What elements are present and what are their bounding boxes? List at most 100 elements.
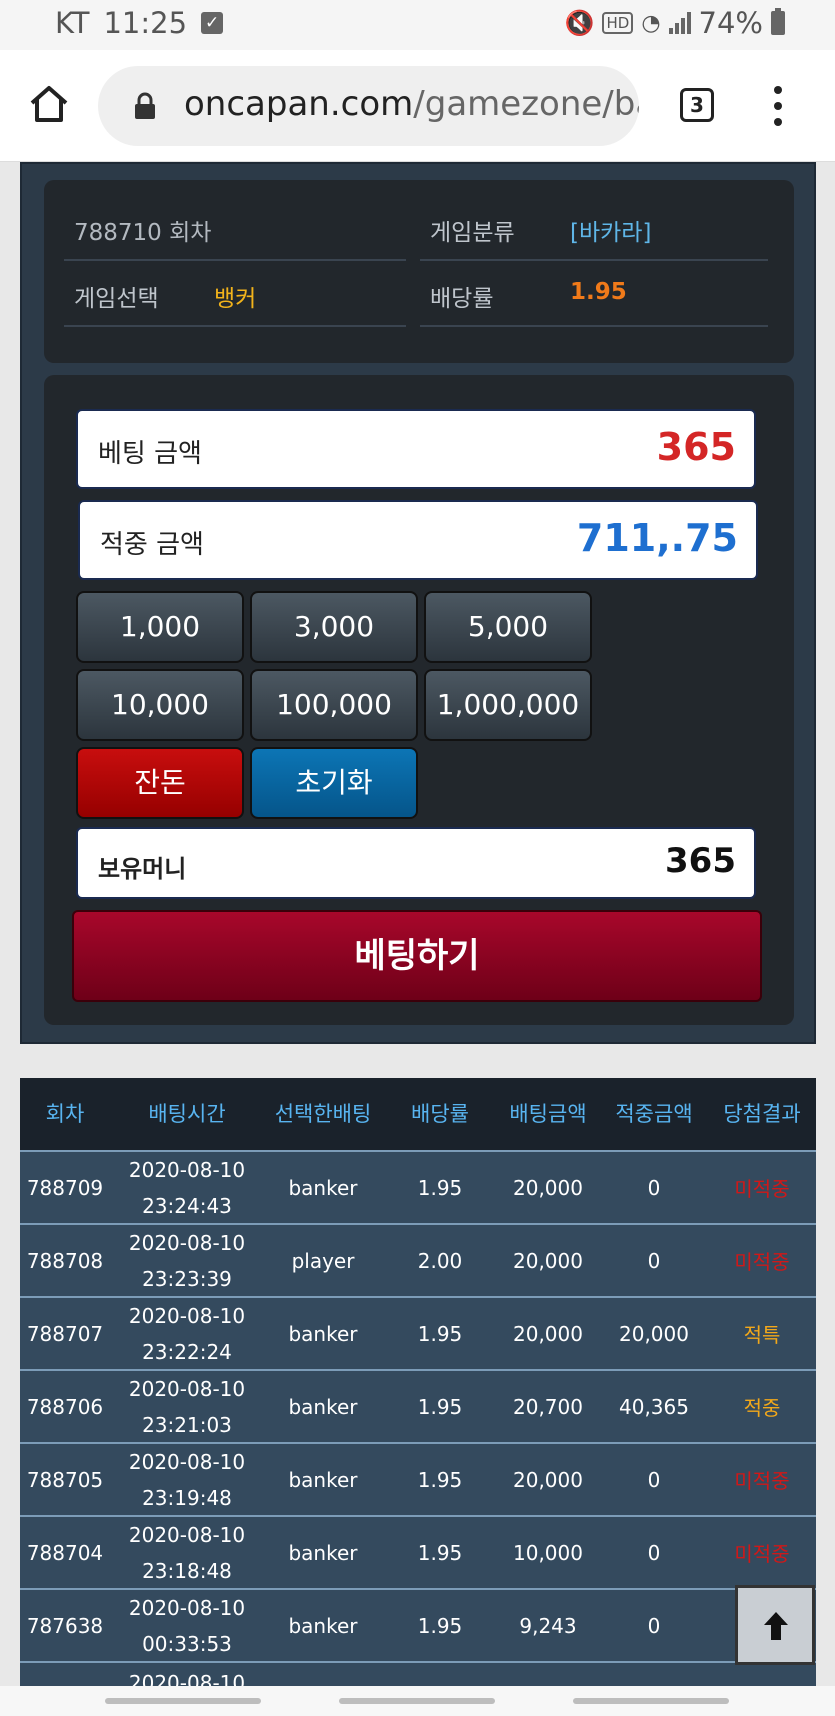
chip-3000-button[interactable]: 3,000 bbox=[250, 591, 418, 663]
table-row[interactable]: 788704 2020-08-10 23:18:48 banker 1.95 10,000… bbox=[20, 1515, 816, 1588]
cell-clock: 23:23:39 bbox=[142, 1266, 232, 1291]
chip-5000-button[interactable]: 5,000 bbox=[424, 591, 592, 663]
column-header-bet: 배팅금액 bbox=[509, 1102, 587, 1126]
balance-label: 보유머니 bbox=[98, 855, 187, 883]
chip-1000000-button[interactable]: 1,000,000 bbox=[424, 669, 592, 741]
nav-recents-pill[interactable] bbox=[573, 1698, 729, 1704]
cell-round: 788706 bbox=[26, 1394, 104, 1419]
place-bet-button[interactable]: 베팅하기 bbox=[72, 910, 762, 1002]
url-host: oncapan.com bbox=[184, 84, 414, 124]
chip-1000-button[interactable]: 1,000 bbox=[76, 591, 244, 663]
cell-date: 2020-08-10 bbox=[128, 1303, 246, 1328]
cell-pick: banker bbox=[288, 1394, 358, 1419]
battery-percent: 74% bbox=[698, 6, 763, 40]
category-label: 게임분류 bbox=[430, 220, 515, 246]
cell-win: 0 bbox=[647, 1467, 661, 1492]
cell-pick: banker bbox=[288, 1540, 358, 1565]
table-row[interactable]: 788705 2020-08-10 23:19:48 banker 1.95 20,000… bbox=[20, 1442, 816, 1515]
cell-round: 788708 bbox=[26, 1248, 104, 1273]
odds-label: 배당률 bbox=[430, 286, 494, 312]
cell-result: 미적중 bbox=[734, 1177, 790, 1201]
cell-bet: 20,000 bbox=[513, 1175, 583, 1200]
change-button[interactable]: 잔돈 bbox=[76, 747, 244, 819]
cell-win: 0 bbox=[647, 1175, 661, 1200]
scroll-to-top-button[interactable] bbox=[735, 1585, 815, 1665]
cell-pick: banker bbox=[288, 1175, 358, 1200]
selection-cell: 게임선택 뱅커 bbox=[64, 261, 406, 327]
status-left: KT 11:25 ✓ bbox=[55, 6, 224, 40]
table-row[interactable]: 787638 2020-08-10 00:33:53 banker 1.95 9,243 0… bbox=[20, 1588, 816, 1661]
column-header-win: 적중금액 bbox=[615, 1102, 693, 1126]
win-amount-label: 적중 금액 bbox=[100, 530, 204, 560]
arrow-up-icon bbox=[764, 1612, 788, 1640]
cell-date: 2020-08-10 bbox=[128, 1157, 246, 1182]
table-row[interactable]: 788708 2020-08-10 23:23:39 player 2.00 20,000… bbox=[20, 1223, 816, 1296]
column-header-result: 당첨결과 bbox=[723, 1102, 801, 1126]
cell-date: 2020-08-10 bbox=[128, 1376, 246, 1401]
status-bar: KT 11:25 ✓ 🔇 HD ◔ 74% bbox=[0, 0, 835, 50]
cell-time: 2020-08-10 00:33:53 bbox=[112, 1590, 262, 1661]
cell-time: 2020-08-10 23:19:48 bbox=[112, 1444, 262, 1515]
cell-odds: 1.95 bbox=[417, 1175, 463, 1200]
column-header-time: 배팅시간 bbox=[148, 1102, 226, 1126]
balance-field: 보유머니 365 bbox=[76, 827, 756, 899]
system-nav-bar bbox=[0, 1686, 835, 1716]
cell-time: 2020-08-10 23:24:43 bbox=[112, 1152, 262, 1223]
cell-odds: 1.95 bbox=[417, 1321, 463, 1346]
cell-bet: 20,000 bbox=[513, 1321, 583, 1346]
cell-result: 적특 bbox=[743, 1323, 781, 1347]
cell-clock: 23:21:03 bbox=[142, 1412, 232, 1437]
win-amount-field: 적중 금액 711,.75 bbox=[78, 500, 758, 580]
cell-clock: 00:33:53 bbox=[142, 1631, 232, 1656]
cell-date: 2020-08-10 bbox=[128, 1230, 246, 1255]
bet-history-table: 회차 배팅시간 선택한배팅 배당률 배팅금액 적중금액 당첨결과 788709 2020-08… bbox=[20, 1078, 816, 1716]
cell-clock: 23:18:48 bbox=[142, 1558, 232, 1583]
cell-time: 2020-08-10 23:18:48 bbox=[112, 1517, 262, 1588]
cell-odds: 1.95 bbox=[417, 1613, 463, 1638]
chip-10000-button[interactable]: 10,000 bbox=[76, 669, 244, 741]
cell-win: 0 bbox=[647, 1540, 661, 1565]
table-row[interactable]: 788707 2020-08-10 23:22:24 banker 1.95 20,000… bbox=[20, 1296, 816, 1369]
table-row[interactable]: 788709 2020-08-10 23:24:43 banker 1.95 20,000… bbox=[20, 1150, 816, 1223]
cell-win: 0 bbox=[647, 1248, 661, 1273]
cell-pick: banker bbox=[288, 1467, 358, 1492]
nav-back-pill[interactable] bbox=[105, 1698, 261, 1704]
cell-pick: banker bbox=[288, 1613, 358, 1638]
cell-pick: banker bbox=[288, 1321, 358, 1346]
cell-round: 788707 bbox=[26, 1321, 104, 1346]
cell-clock: 23:24:43 bbox=[142, 1193, 232, 1218]
wifi-icon: ◔ bbox=[641, 10, 661, 36]
url-path: /gamezone/ba bbox=[413, 84, 639, 124]
nav-home-pill[interactable] bbox=[339, 1698, 495, 1704]
category-value: [바카라] bbox=[570, 220, 652, 246]
cell-win: 40,365 bbox=[619, 1394, 689, 1419]
cell-round: 787638 bbox=[26, 1613, 104, 1638]
cell-round: 788709 bbox=[26, 1175, 104, 1200]
more-menu-icon[interactable] bbox=[770, 86, 786, 126]
cell-clock: 23:22:24 bbox=[142, 1339, 232, 1364]
column-header-odds: 배당률 bbox=[411, 1102, 469, 1126]
cell-odds: 1.95 bbox=[417, 1467, 463, 1492]
browser-toolbar: oncapan.com/gamezone/ba 3 bbox=[0, 50, 835, 162]
lock-icon bbox=[134, 92, 156, 120]
odds-value: 1.95 bbox=[570, 279, 627, 305]
clock: 11:25 bbox=[103, 6, 188, 40]
cell-clock: 23:19:48 bbox=[142, 1485, 232, 1510]
cell-time: 2020-08-10 23:23:39 bbox=[112, 1225, 262, 1296]
home-icon[interactable] bbox=[28, 83, 70, 125]
cell-odds: 2.00 bbox=[417, 1248, 463, 1273]
hd-icon: HD bbox=[602, 12, 634, 34]
reset-button[interactable]: 초기화 bbox=[250, 747, 418, 819]
cell-result: 미적중 bbox=[734, 1250, 790, 1274]
bet-amount-label: 베팅 금액 bbox=[98, 439, 202, 469]
cell-bet: 20,700 bbox=[513, 1394, 583, 1419]
chip-100000-button[interactable]: 100,000 bbox=[250, 669, 418, 741]
cell-bet: 20,000 bbox=[513, 1248, 583, 1273]
cell-odds: 1.95 bbox=[417, 1540, 463, 1565]
tab-switcher-button[interactable]: 3 bbox=[680, 88, 714, 122]
bet-amount-field[interactable]: 베팅 금액 365 bbox=[76, 409, 756, 489]
table-row[interactable]: 788706 2020-08-10 23:21:03 banker 1.95 20,700… bbox=[20, 1369, 816, 1442]
cell-bet: 9,243 bbox=[519, 1613, 577, 1638]
cell-result: 적중 bbox=[743, 1396, 781, 1420]
address-bar[interactable]: oncapan.com/gamezone/ba bbox=[98, 66, 639, 146]
